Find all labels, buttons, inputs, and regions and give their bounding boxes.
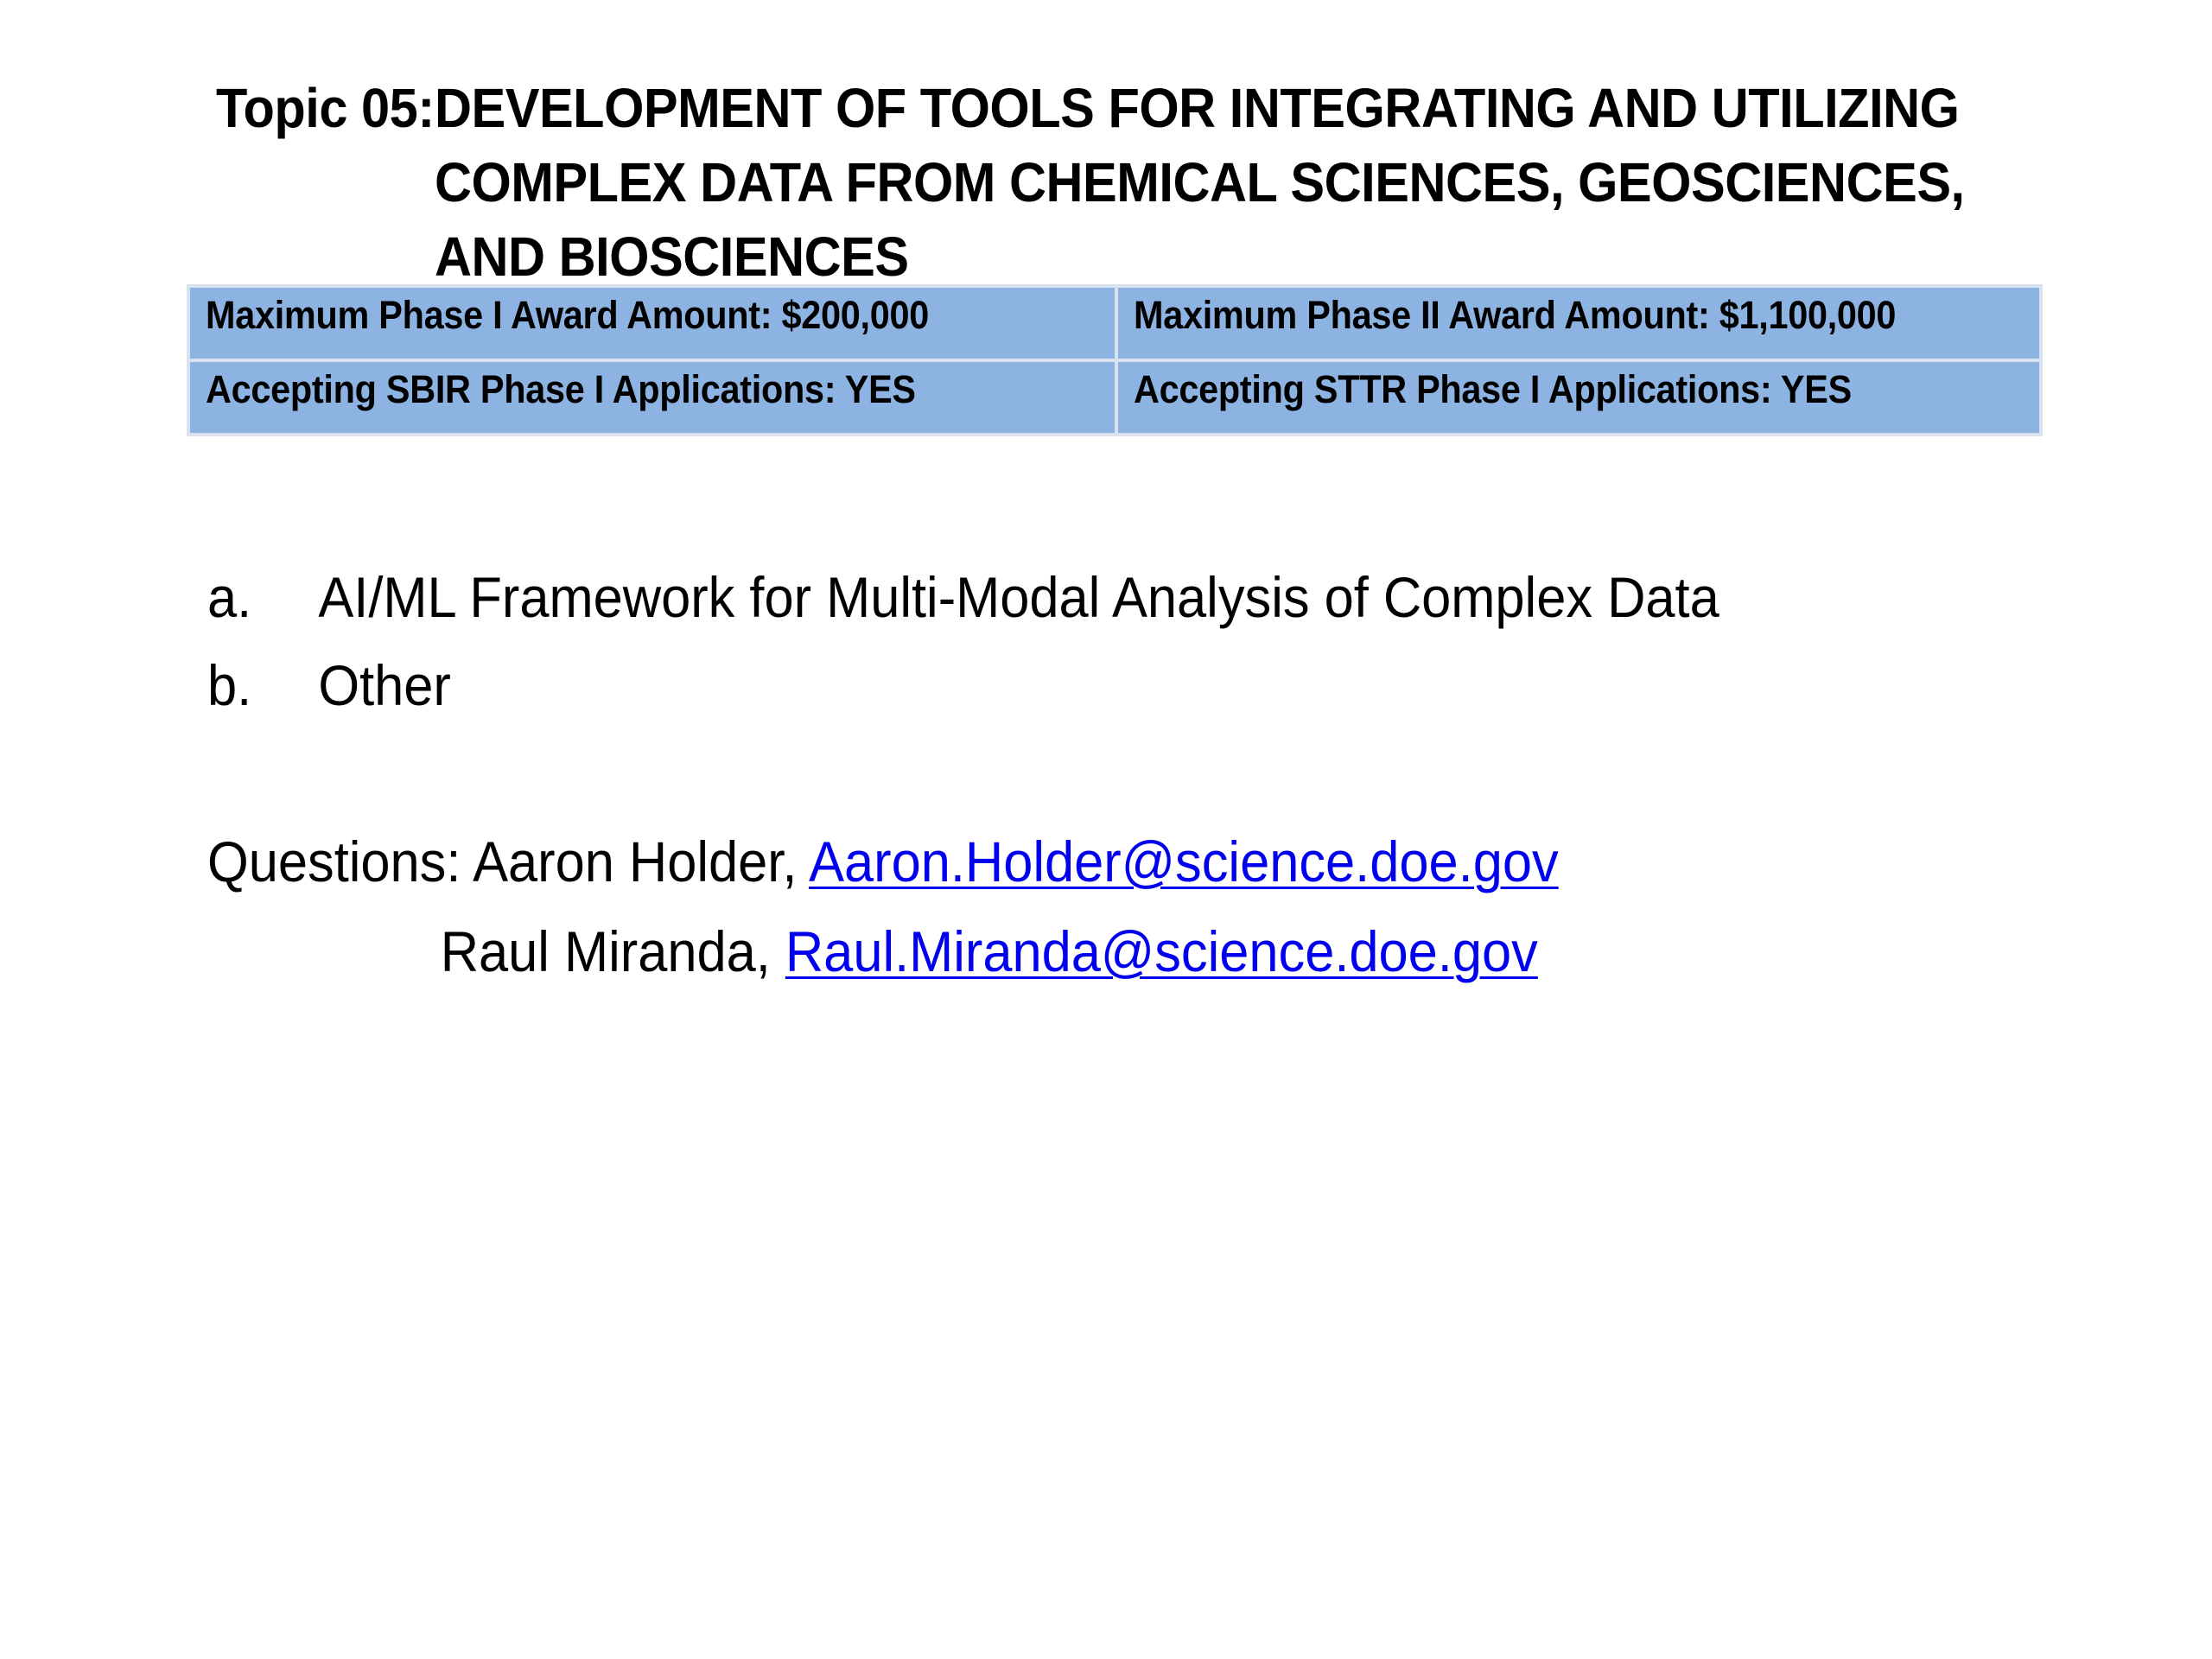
sbir-accepting-cell: Accepting SBIR Phase I Applications: YES [190, 362, 1115, 433]
table-row: Accepting SBIR Phase I Applications: YES… [190, 362, 2039, 433]
sttr-accepting-cell: Accepting STTR Phase I Applications: YES [1118, 362, 2039, 433]
contact-name: Aaron Holder, [473, 830, 810, 893]
email-link-aaron-holder[interactable]: Aaron.Holder@science.doe.gov [809, 830, 1559, 893]
subtopic-letter: b. [207, 653, 252, 717]
email-link-raul-miranda[interactable]: Raul.Miranda@science.doe.gov [785, 919, 1538, 983]
phase2-award-cell: Maximum Phase II Award Amount: $1,100,00… [1118, 288, 2039, 359]
slide: Topic 05: DEVELOPMENT OF TOOLS FOR INTEG… [0, 0, 2212, 1659]
title-text-line-3: AND BIOSCIENCES [434, 226, 909, 288]
questions-section: Questions: Aaron Holder, Aaron.Holder@sc… [207, 817, 1660, 996]
title-line-2: COMPLEX DATA FROM CHEMICAL SCIENCES, GEO… [216, 145, 1965, 219]
title-text-line-2: COMPLEX DATA FROM CHEMICAL SCIENCES, GEO… [434, 151, 1965, 213]
subtopic-letter: a. [207, 565, 252, 629]
topic-title: Topic 05: DEVELOPMENT OF TOOLS FOR INTEG… [216, 71, 1965, 294]
subtopic-text: Other [318, 653, 451, 717]
topic-number: Topic 05: [216, 77, 435, 139]
phase1-award-cell: Maximum Phase I Award Amount: $200,000 [190, 288, 1115, 359]
list-item: b. Other [207, 641, 1719, 729]
list-item: a. AI/ML Framework for Multi-Modal Analy… [207, 553, 1719, 641]
title-text-line-1: DEVELOPMENT OF TOOLS FOR INTEGRATING AND… [434, 77, 1960, 139]
subtopic-text: AI/ML Framework for Multi-Modal Analysis… [318, 565, 1719, 629]
questions-label: Questions: [207, 830, 474, 893]
contact-row: Questions: Aaron Holder, Aaron.Holder@sc… [207, 817, 1559, 906]
award-info-table: Maximum Phase I Award Amount: $200,000 M… [187, 284, 2043, 436]
title-line-1: Topic 05: DEVELOPMENT OF TOOLS FOR INTEG… [216, 71, 1965, 145]
contact-name: Raul Miranda, [440, 919, 785, 983]
table-row: Maximum Phase I Award Amount: $200,000 M… [190, 288, 2039, 359]
subtopic-list: a. AI/ML Framework for Multi-Modal Analy… [207, 553, 1833, 729]
contact-row: Raul Miranda, Raul.Miranda@science.doe.g… [207, 906, 1559, 996]
title-line-3: AND BIOSCIENCES [216, 219, 1965, 294]
